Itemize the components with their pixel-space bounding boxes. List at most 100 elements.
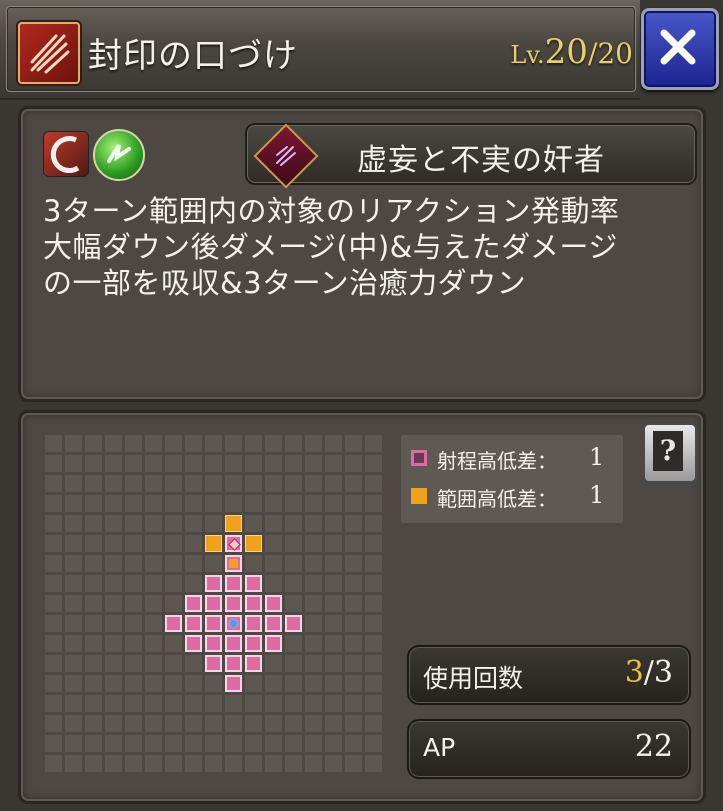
grid-cell — [185, 755, 202, 772]
legend-area-value: 1 — [589, 481, 605, 509]
close-button[interactable] — [641, 8, 719, 90]
grid-cell — [65, 555, 82, 572]
legend-area-label: 範囲高低差： — [437, 487, 557, 511]
range-cell — [185, 595, 202, 612]
grid-cell — [105, 575, 122, 592]
range-cell — [205, 595, 222, 612]
grid-cell — [265, 535, 282, 552]
grid-cell — [225, 455, 242, 472]
grid-cell — [165, 635, 182, 652]
grid-cell — [125, 595, 142, 612]
grid-cell — [65, 455, 82, 472]
ap-value: 22 — [634, 729, 673, 764]
grid-cell — [65, 675, 82, 692]
grid-cell — [225, 715, 242, 732]
grid-cell — [365, 595, 382, 612]
grid-cell — [105, 715, 122, 732]
grid-cell — [65, 635, 82, 652]
grid-cell — [325, 615, 342, 632]
grid-cell — [225, 435, 242, 452]
grid-cell — [85, 655, 102, 672]
grid-cell — [205, 755, 222, 772]
range-cell — [225, 575, 242, 592]
grid-cell — [305, 555, 322, 572]
grid-cell — [45, 555, 62, 572]
grid-cell — [45, 715, 62, 732]
grid-cell — [325, 535, 342, 552]
grid-cell — [325, 635, 342, 652]
grid-cell — [265, 695, 282, 712]
grid-cell — [185, 455, 202, 472]
grid-cell — [65, 535, 82, 552]
grid-cell — [345, 755, 362, 772]
grid-cell — [305, 655, 322, 672]
grid-cell — [345, 535, 362, 552]
grid-cell — [105, 595, 122, 612]
grid-cell — [245, 715, 262, 732]
grid-cell — [225, 495, 242, 512]
grid-cell — [145, 675, 162, 692]
help-button[interactable]: ? — [643, 423, 697, 483]
grid-cell — [285, 595, 302, 612]
grid-cell — [45, 455, 62, 472]
grid-cell — [345, 435, 362, 452]
grid-cell — [325, 475, 342, 492]
grid-cell — [305, 535, 322, 552]
grid-cell — [125, 475, 142, 492]
uses-label: 使用回数 — [423, 664, 524, 693]
grid-cell — [285, 735, 302, 752]
grid-cell — [285, 695, 302, 712]
grid-cell — [45, 475, 62, 492]
grid-cell — [345, 515, 362, 532]
grid-cell — [245, 475, 262, 492]
grid-cell — [165, 475, 182, 492]
grid-cell — [85, 615, 102, 632]
grid-cell — [285, 535, 302, 552]
grid-cell — [325, 555, 342, 572]
grid-cell — [265, 675, 282, 692]
grid-cell — [365, 635, 382, 652]
range-cell — [225, 555, 242, 572]
grid-cell — [185, 655, 202, 672]
grid-cell — [85, 455, 102, 472]
grid-cell — [225, 735, 242, 752]
grid-cell — [145, 515, 162, 532]
grid-cell — [145, 435, 162, 452]
range-cell — [165, 615, 182, 632]
grid-cell — [345, 655, 362, 672]
grid-cell — [345, 495, 362, 512]
level-current: 20 — [544, 32, 588, 72]
wind-element-icon — [93, 129, 145, 181]
grid-cell — [125, 655, 142, 672]
grid-cell — [285, 655, 302, 672]
grid-cell — [165, 695, 182, 712]
grid-cell — [65, 615, 82, 632]
grid-cell — [65, 715, 82, 732]
grid-cell — [245, 495, 262, 512]
grid-cell — [365, 435, 382, 452]
grid-cell — [185, 495, 202, 512]
grid-cell — [305, 755, 322, 772]
grid-cell — [345, 735, 362, 752]
slash-icon — [43, 131, 89, 177]
close-icon — [660, 29, 696, 65]
grid-cell — [205, 495, 222, 512]
grid-cell — [285, 475, 302, 492]
grid-cell — [125, 695, 142, 712]
uses-count: 使用回数 3/3 — [407, 645, 691, 705]
grid-cell — [265, 715, 282, 732]
grid-cell — [345, 615, 362, 632]
grid-cell — [105, 455, 122, 472]
grid-cell — [305, 715, 322, 732]
grid-cell — [105, 535, 122, 552]
grid-cell — [165, 715, 182, 732]
grid-cell — [345, 675, 362, 692]
grid-cell — [325, 675, 342, 692]
grid-cell — [165, 495, 182, 512]
grid-cell — [325, 575, 342, 592]
grid-cell — [305, 635, 322, 652]
grid-cell — [185, 715, 202, 732]
range-cell — [205, 635, 222, 652]
grid-cell — [45, 575, 62, 592]
grid-cell — [85, 715, 102, 732]
